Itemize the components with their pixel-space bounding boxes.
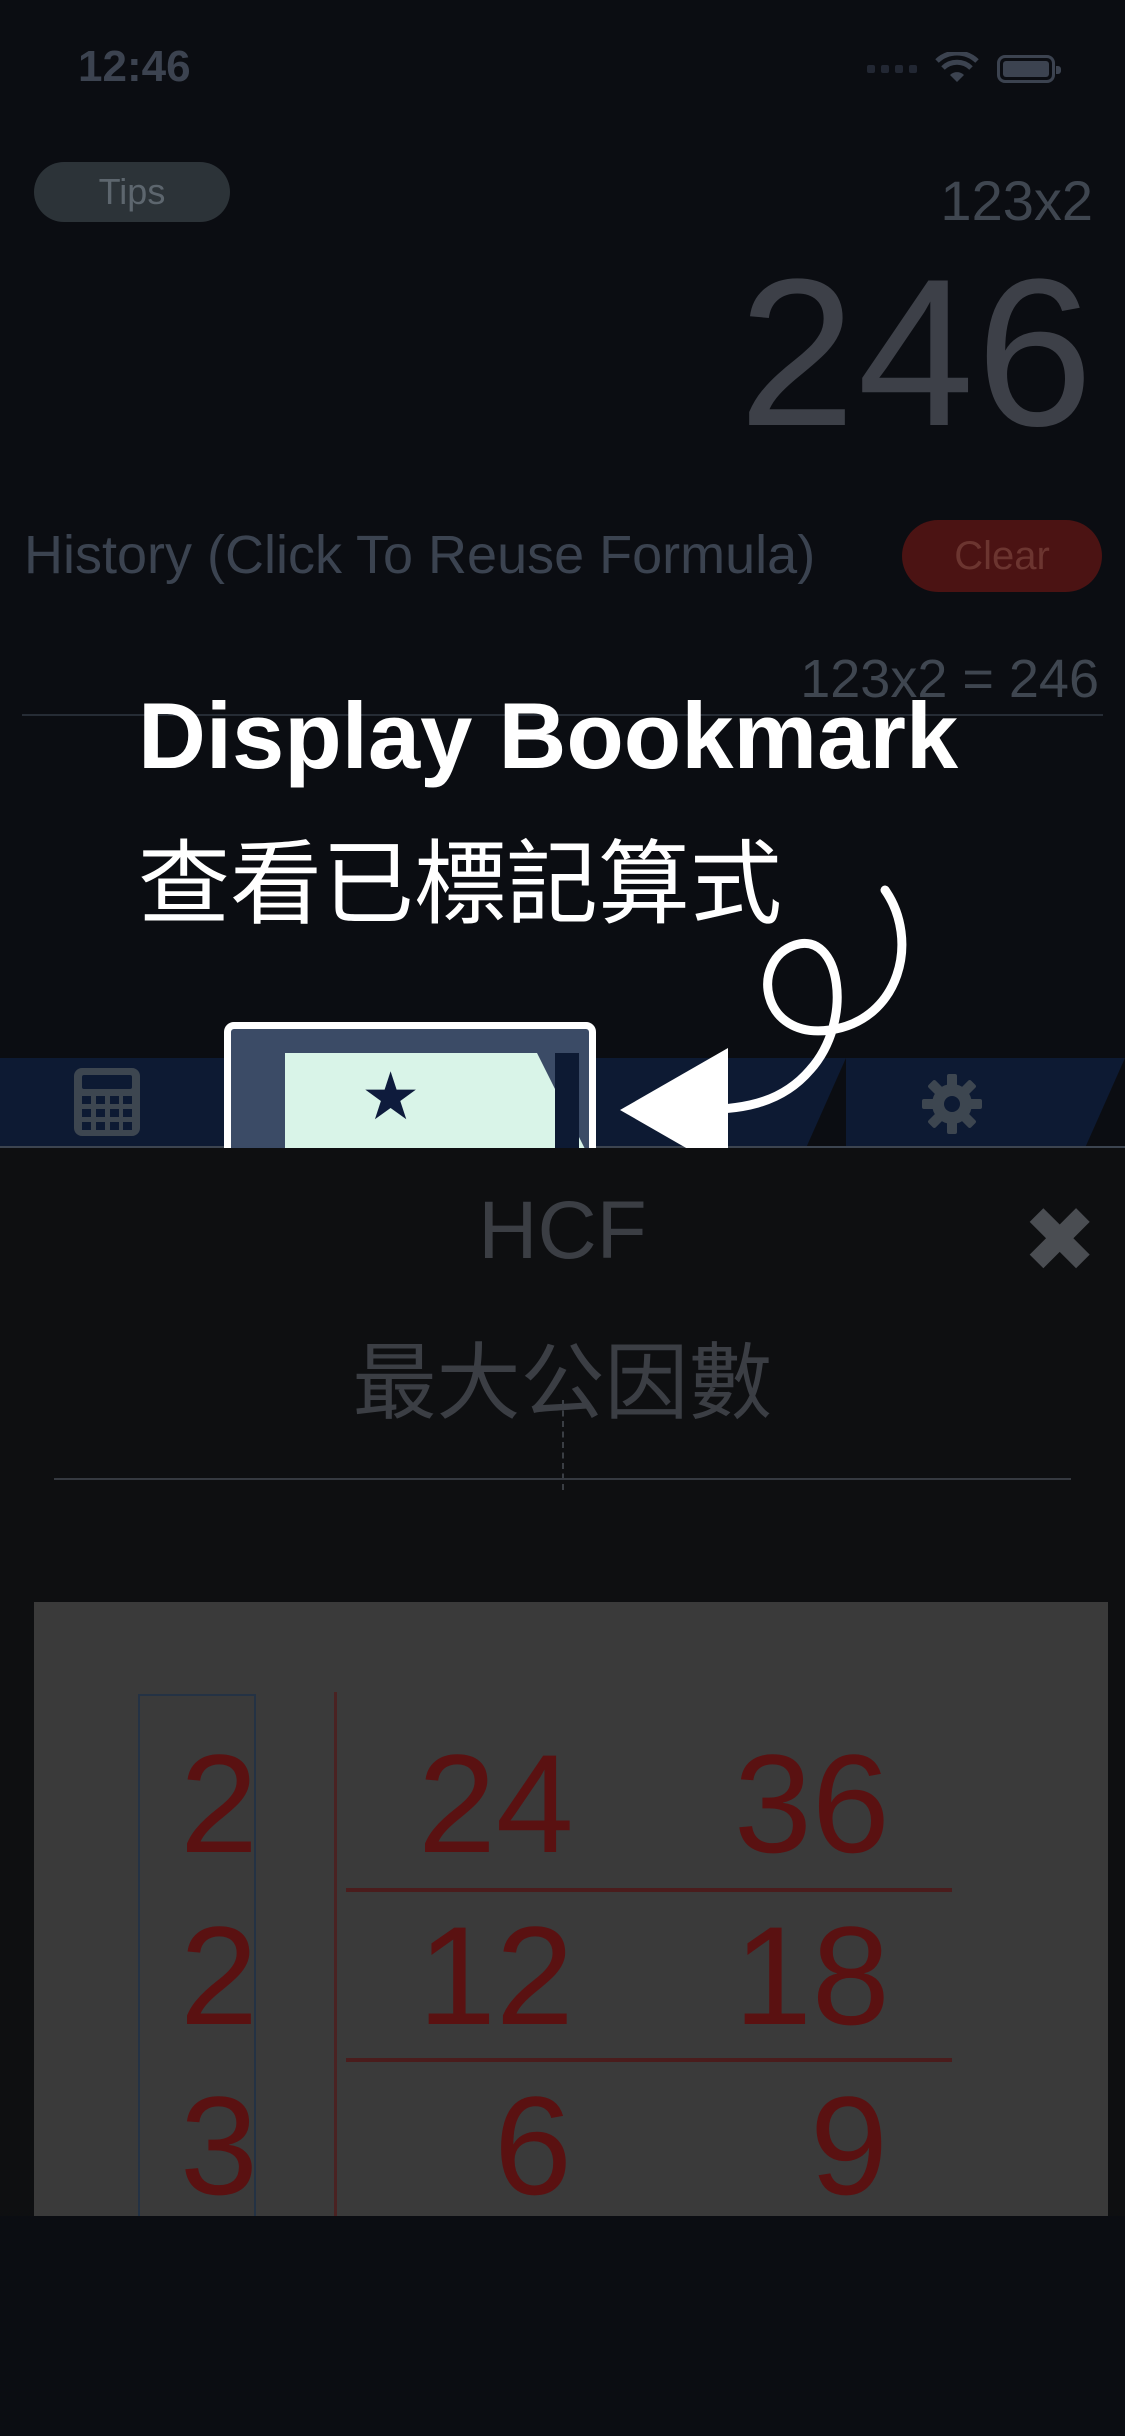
ladder-value: 36 [734, 1725, 890, 1882]
ladder-value: 18 [734, 1897, 890, 2054]
bookmark-tab-background [285, 1053, 585, 1149]
ladder-value: 9 [810, 2067, 888, 2216]
result-display: 246 [738, 235, 1095, 470]
curly-arrow-icon [620, 885, 907, 1172]
signal-icon [867, 65, 917, 73]
bookmark-tab-edge [555, 1053, 579, 1149]
divisor-value: 3 [180, 2067, 258, 2216]
ladder-row-line [346, 2058, 952, 2062]
ladder-row-line [346, 1888, 952, 1892]
history-label: History (Click To Reuse Formula) [24, 525, 816, 585]
tips-button[interactable]: Tips [34, 162, 230, 222]
ladder-value: 6 [494, 2067, 572, 2216]
status-time: 12:46 [78, 42, 191, 91]
callout-title-en: Display Bookmark [138, 683, 959, 788]
ladder-vertical-line [334, 1692, 337, 2216]
panel-divider [54, 1478, 1071, 1480]
panel-title: HCF [478, 1185, 647, 1276]
hcf-ladder-diagram: 2 2 3 24 36 12 18 6 9 [34, 1602, 1108, 2216]
ladder-value: 24 [418, 1725, 574, 1882]
status-icons [867, 52, 1061, 86]
ladder-value: 12 [418, 1897, 574, 2054]
divisor-value: 2 [180, 1725, 258, 1882]
clear-history-button[interactable]: Clear [902, 520, 1102, 592]
bottom-area [0, 2216, 1125, 2436]
battery-icon [997, 55, 1061, 83]
star-icon: ★ [361, 1059, 421, 1133]
dashed-guide [562, 1400, 564, 1490]
calculator-icon[interactable] [72, 1066, 142, 1138]
wifi-icon [935, 52, 979, 82]
expression-display: 123x2 [940, 169, 1093, 232]
divisor-value: 2 [180, 1897, 258, 2054]
tab-separator [1085, 1058, 1125, 1148]
close-icon[interactable]: ✖ [1022, 1196, 1097, 1286]
gear-icon[interactable] [920, 1072, 984, 1136]
